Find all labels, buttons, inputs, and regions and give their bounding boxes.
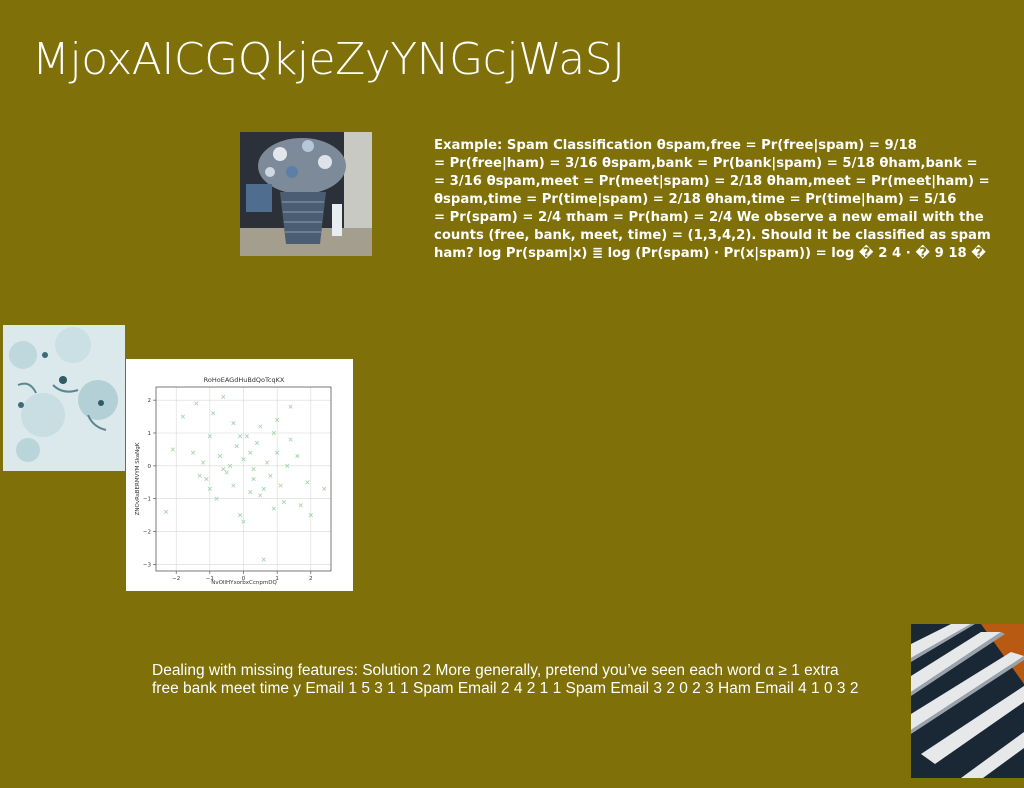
scatter-point <box>271 506 276 511</box>
y-tick-label: −3 <box>143 562 152 568</box>
scatter-point <box>231 421 236 426</box>
scatter-point <box>224 470 229 475</box>
scatter-point <box>211 411 216 416</box>
slide-title: MjoxAICGQkjeZyYNGcjWaSJ <box>32 34 625 85</box>
scatter-point <box>217 453 223 459</box>
watercolor-photo <box>3 325 125 471</box>
scatter-point <box>288 404 293 409</box>
x-axis-label: NvOlIHYxorbxCcnpmDQ <box>211 580 277 586</box>
x-tick-label: −2 <box>172 576 180 582</box>
architecture-photo <box>911 624 1024 778</box>
scatter-point <box>180 414 186 419</box>
y-tick-label: 0 <box>148 464 152 470</box>
example-line: ham? log Pr(spam|x) ≣ log (Pr(spam) · Pr… <box>434 246 986 261</box>
example-line: counts (free, bank, meet, time) = (1,3,4… <box>434 228 991 243</box>
example-line: = Pr(spam) = 2/4 πham = Pr(ham) = 2/4 We… <box>434 210 984 225</box>
scatter-point <box>295 453 300 459</box>
y-tick-label: −2 <box>143 530 151 536</box>
scatter-point <box>204 476 209 482</box>
scatter-chart-svg: RoHoEAGdHuBdQoTcqKX −2 −1 0 1 2−3−2−1012 NvO… <box>135 376 332 586</box>
y-tick-label: −1 <box>143 497 151 503</box>
missing-features-text: Dealing with missing features: Solution … <box>152 662 892 698</box>
scatter-point <box>197 473 202 478</box>
scatter-point <box>244 434 249 439</box>
y-axis-label: ZNOvRsBERMVYM SkaNgK <box>135 442 141 515</box>
example-line: Example: Spam Classification θspam,free … <box>434 138 917 153</box>
scatter-point <box>221 394 226 399</box>
scatter-point <box>251 476 256 482</box>
example-line: = Pr(free|ham) = 3/16 θspam,bank = Pr(ba… <box>434 156 978 171</box>
scatter-point <box>251 467 256 472</box>
scatter-point <box>164 509 169 514</box>
scatter-point <box>238 434 243 439</box>
scatter-point <box>288 437 293 442</box>
scatter-point <box>190 450 196 455</box>
scatter-point <box>298 503 303 508</box>
scatter-point <box>201 460 206 465</box>
scatter-point <box>248 490 253 495</box>
missing-features-line: free bank meet time y Email 1 5 3 1 1 Sp… <box>152 680 859 697</box>
scatter-point <box>258 493 263 498</box>
scatter-point <box>248 450 253 455</box>
scatter-point <box>258 424 263 429</box>
chart-title: RoHoEAGdHuBdQoTcqKX <box>204 376 285 384</box>
scatter-point <box>231 483 236 488</box>
scatter-point <box>234 444 239 449</box>
scatter-point <box>278 483 283 488</box>
scatter-point <box>170 447 175 452</box>
scatter-point <box>281 499 286 505</box>
scatter-chart: RoHoEAGdHuBdQoTcqKX −2 −1 0 1 2 −3 −2 −1 0 1 2 NvO… <box>126 359 353 591</box>
scatter-point <box>261 557 266 562</box>
y-tick-label: 2 <box>148 398 152 404</box>
scatter-point <box>238 513 243 518</box>
scatter-point <box>254 440 260 445</box>
y-tick-label: 1 <box>148 431 152 437</box>
scatter-point <box>261 486 266 491</box>
x-tick-label: 2 <box>309 576 313 582</box>
scatter-point <box>268 473 273 478</box>
scatter-point <box>194 401 199 406</box>
example-line: = 3/16 θspam,meet = Pr(meet|spam) = 2/18… <box>434 174 990 189</box>
scatter-point <box>322 486 327 491</box>
example-text: Example: Spam Classification θspam,free … <box>434 137 1024 265</box>
scatter-point <box>221 467 226 472</box>
example-line: θspam,time = Pr(time|spam) = 2/18 θham,t… <box>434 192 957 207</box>
scatter-point <box>264 460 270 465</box>
basket-photo <box>240 132 372 256</box>
missing-features-line: Dealing with missing features: Solution … <box>152 662 839 679</box>
scatter-point <box>305 480 310 485</box>
